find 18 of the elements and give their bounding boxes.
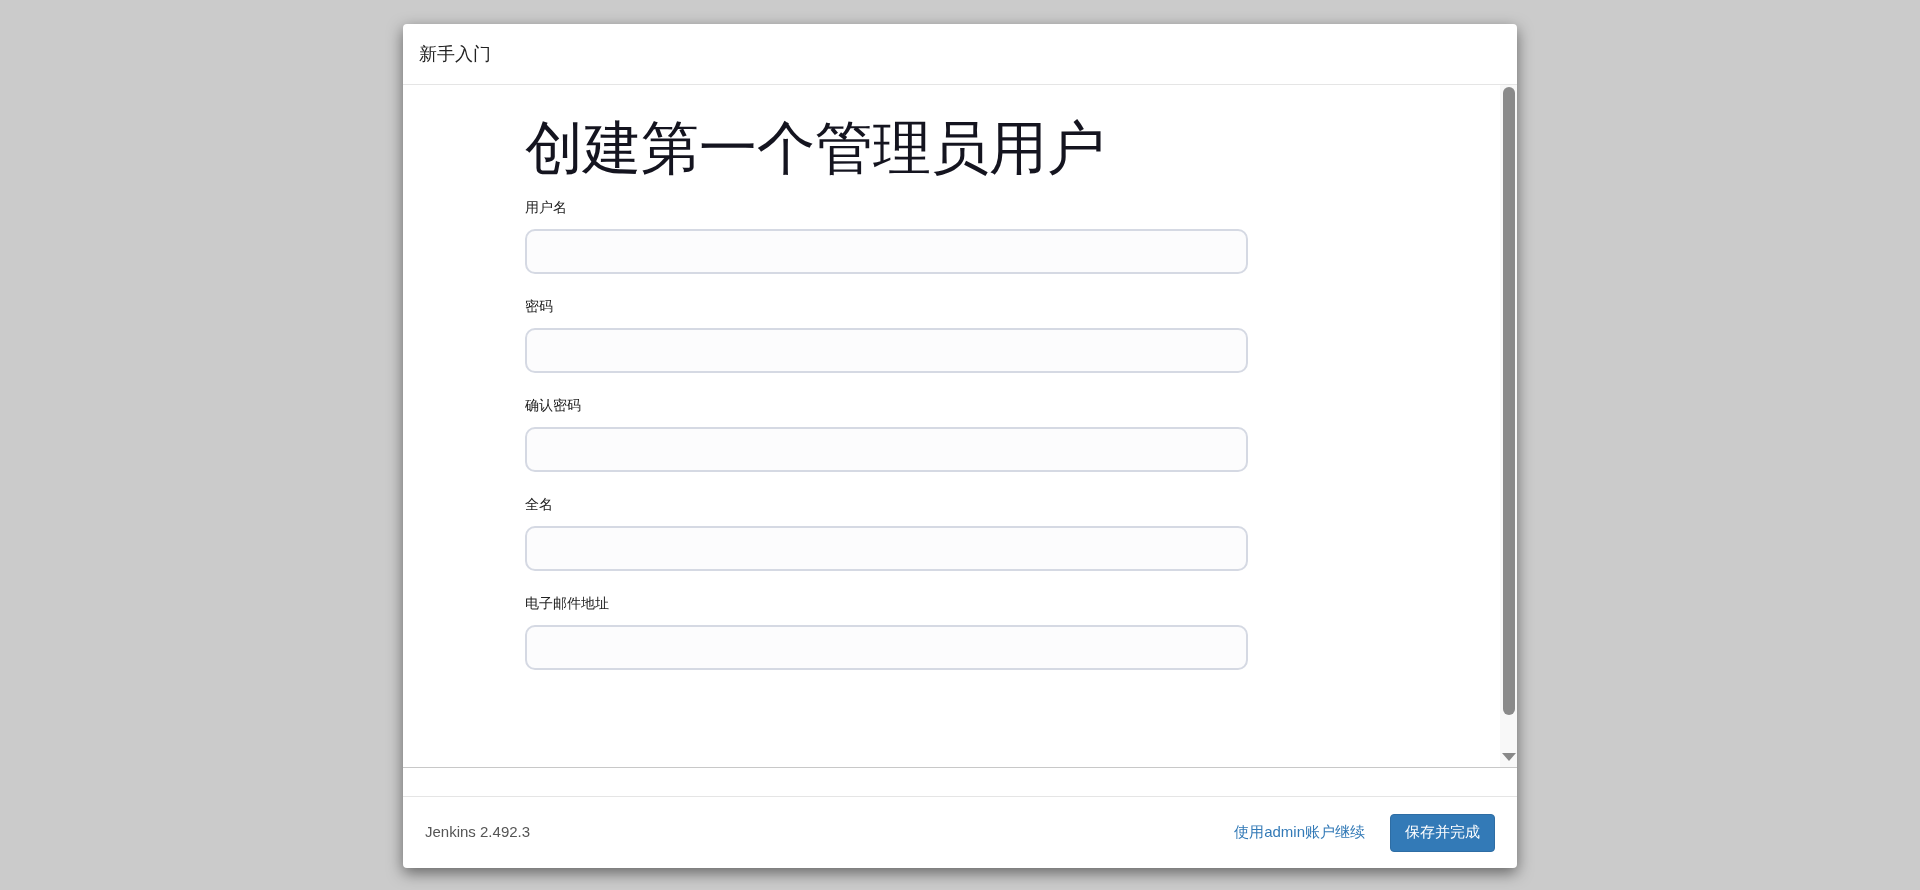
field-label: 电子邮件地址 <box>525 593 610 613</box>
input-field[interactable] <box>525 426 1248 472</box>
continue-as-admin-link[interactable]: 使用admin账户继续 <box>1234 821 1365 844</box>
scroll-down-icon[interactable] <box>1501 753 1516 761</box>
field-label: 密码 <box>525 296 554 316</box>
input-field[interactable] <box>525 624 1248 670</box>
page-heading: 创建第一个管理员用户 <box>525 114 1106 182</box>
field-label: 用户名 <box>525 197 568 217</box>
save-and-finish-button[interactable]: 保存并完成 <box>1390 813 1495 852</box>
scrollbar-thumb[interactable] <box>1502 87 1515 715</box>
input-field[interactable] <box>525 228 1248 274</box>
input-field[interactable] <box>525 327 1248 373</box>
field-label: 确认密码 <box>525 395 582 415</box>
scrollbar[interactable] <box>1500 85 1517 767</box>
version-text: Jenkins 2.492.3 <box>425 822 531 843</box>
input-field[interactable] <box>525 525 1248 571</box>
dialog-title: 新手入门 <box>419 42 491 66</box>
field-label: 全名 <box>525 494 554 514</box>
